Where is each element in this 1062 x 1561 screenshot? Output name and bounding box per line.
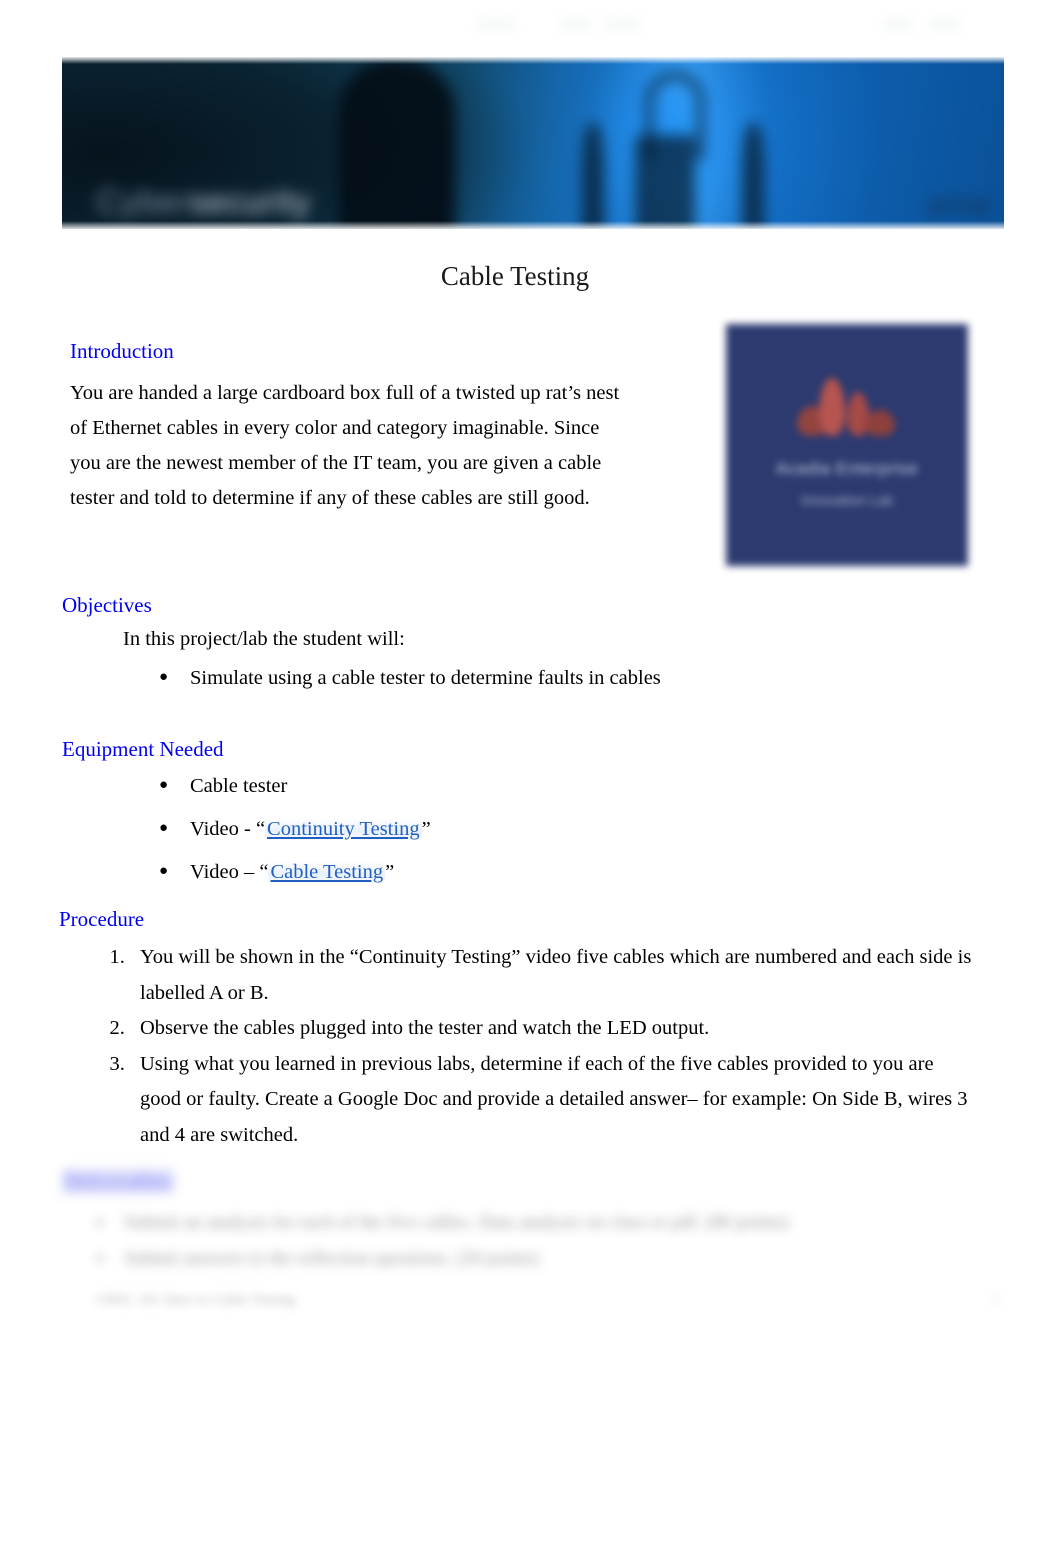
- list-item: Observe the cables plugged into the test…: [130, 1011, 975, 1047]
- list-item: You will be shown in the “Continuity Tes…: [130, 940, 975, 1011]
- banner-pillar-left: [581, 123, 604, 229]
- cybersecurity-banner-image: Cybersecurity group: [62, 57, 1004, 229]
- introduction-body-text: You are handed a large cardboard box ful…: [70, 382, 620, 509]
- equipment-item-1-suffix: ”: [421, 818, 431, 840]
- heading-deliverables: Deliverables: [62, 1169, 175, 1194]
- banner-right-text: group: [927, 191, 989, 218]
- deliverables-list: Submit an analysis for each of the five …: [96, 1204, 789, 1277]
- logo-card-line2: Innovation Lab: [801, 492, 893, 508]
- banner-pillar-right: [741, 123, 764, 229]
- banner-wordmark: Cybersecurity: [97, 183, 312, 221]
- logo-card-line1: Acadia Enterprise: [775, 459, 919, 478]
- document-footer-text: CBSC 101 Intro to Cable Testing: [96, 1292, 296, 1308]
- page-title: Cable Testing: [440, 261, 590, 291]
- page-number: 1: [992, 1292, 1001, 1308]
- banner-figure-silhouette: [339, 59, 456, 229]
- banner-bottom-fade: [62, 221, 1004, 229]
- heading-objectives: Objectives: [62, 593, 152, 617]
- list-item: Video – “Cable Testing”: [159, 854, 431, 890]
- padlock-body-icon: [634, 135, 695, 229]
- heading-equipment-needed: Equipment Needed: [62, 737, 224, 761]
- list-item: Cable tester: [159, 768, 431, 804]
- flame-logo-icon: [795, 372, 899, 436]
- equipment-list: Cable tester Video - “Continuity Testing…: [159, 768, 431, 898]
- list-item: Video - “Continuity Testing”: [159, 811, 431, 847]
- heading-procedure: Procedure: [59, 907, 145, 931]
- equipment-item-2-suffix: ”: [385, 861, 395, 883]
- list-item: Using what you learned in previous labs,…: [130, 1047, 975, 1154]
- banner-word-primary: Cyber: [96, 183, 190, 220]
- equipment-item-2-prefix: Video – “: [190, 861, 269, 883]
- list-item: Submit answers to the reflection questio…: [96, 1240, 789, 1277]
- procedure-list: You will be shown in the “Continuity Tes…: [92, 940, 975, 1153]
- banner-top-fade: [62, 57, 1004, 64]
- list-item: Submit an analysis for each of the five …: [96, 1204, 789, 1241]
- organization-logo-card: Acadia Enterprise Innovation Lab: [726, 324, 968, 566]
- link-cable-testing-video[interactable]: Cable Testing: [268, 861, 386, 883]
- banner-word-secondary: security: [189, 183, 312, 220]
- link-continuity-testing-video[interactable]: Continuity Testing: [265, 818, 422, 840]
- objectives-lead-text: In this project/lab the student will:: [123, 628, 405, 650]
- equipment-item-1-prefix: Video - “: [190, 818, 266, 840]
- equipment-item-0-text: Cable tester: [190, 775, 288, 797]
- heading-introduction: Introduction: [70, 339, 174, 363]
- list-item: Simulate using a cable tester to determi…: [159, 660, 661, 696]
- objectives-list: Simulate using a cable tester to determi…: [159, 660, 661, 696]
- banner-artwork: Cybersecurity group: [62, 57, 1004, 229]
- deliverables-section-blurred: Deliverables Submit an analysis for each…: [58, 1163, 988, 1293]
- top-chrome-artifacts: [0, 0, 1062, 46]
